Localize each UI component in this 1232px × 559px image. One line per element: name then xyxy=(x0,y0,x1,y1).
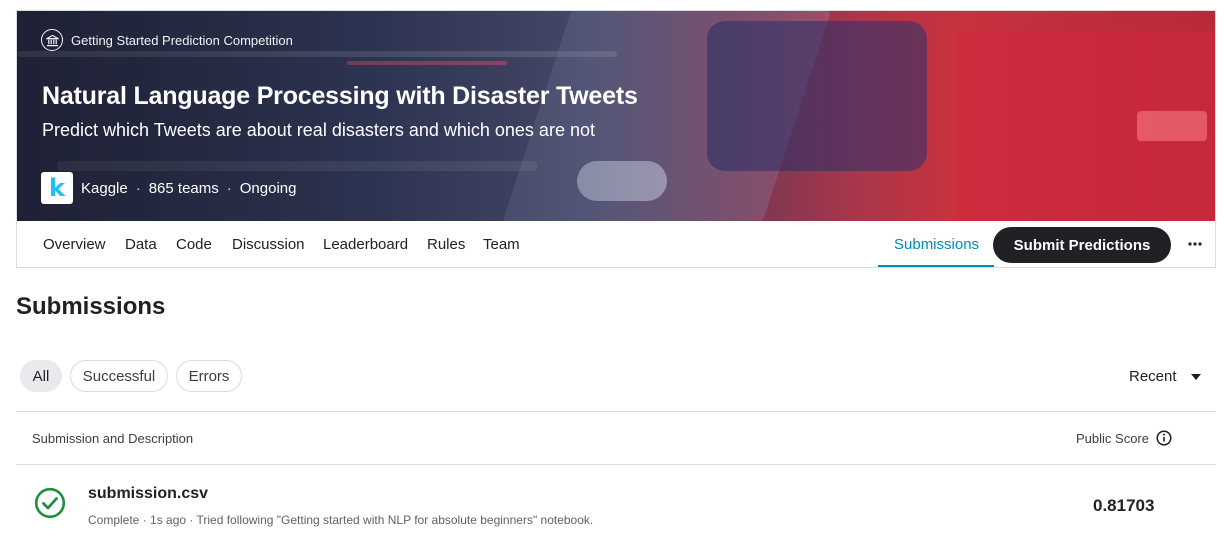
info-icon[interactable] xyxy=(1156,430,1172,446)
competition-header-card: Getting Started Prediction Competition N… xyxy=(16,10,1216,268)
tab-team[interactable]: Team xyxy=(483,221,520,267)
host-name[interactable]: Kaggle xyxy=(81,180,128,197)
more-options-button[interactable] xyxy=(1180,229,1210,259)
check-circle-icon xyxy=(34,487,66,519)
competition-status: Ongoing xyxy=(239,179,297,197)
filter-successful-chip[interactable]: Successful xyxy=(70,360,168,392)
tab-data[interactable]: Data xyxy=(125,221,157,267)
column-header-public-score: Public Score xyxy=(1076,431,1149,446)
filter-all-chip[interactable]: All xyxy=(20,360,62,392)
competition-type: Getting Started Prediction Competition xyxy=(41,29,293,51)
table-top-divider xyxy=(16,411,1216,412)
more-horizontal-icon xyxy=(1188,242,1202,246)
sort-dropdown[interactable]: Recent xyxy=(1129,368,1201,385)
tab-discussion[interactable]: Discussion xyxy=(232,221,305,267)
separator: · xyxy=(135,179,141,197)
tab-rules[interactable]: Rules xyxy=(427,221,465,267)
public-score: 0.81703 xyxy=(1093,496,1155,515)
separator: · xyxy=(226,179,232,197)
competition-tabs: Overview Data Code Discussion Leaderboar… xyxy=(17,221,1215,267)
active-tab-indicator xyxy=(878,265,994,267)
submissions-heading: Submissions xyxy=(16,293,166,320)
tab-leaderboard[interactable]: Leaderboard xyxy=(323,221,408,267)
sort-label: Recent xyxy=(1129,368,1177,385)
competition-subtitle: Predict which Tweets are about real disa… xyxy=(42,120,595,140)
kaggle-logo[interactable]: k xyxy=(41,172,73,204)
competition-type-label: Getting Started Prediction Competition xyxy=(71,32,293,48)
tab-code[interactable]: Code xyxy=(176,221,212,267)
tab-overview[interactable]: Overview xyxy=(43,221,106,267)
column-header-description: Submission and Description xyxy=(32,431,194,446)
team-count: 865 teams xyxy=(148,179,219,197)
submit-predictions-button[interactable]: Submit Predictions xyxy=(993,227,1171,263)
competition-banner-image: Getting Started Prediction Competition N… xyxy=(17,11,1215,221)
table-header-divider xyxy=(16,464,1216,465)
institution-icon xyxy=(41,29,63,51)
filter-errors-chip[interactable]: Errors xyxy=(176,360,242,392)
submission-filename[interactable]: submission.csv xyxy=(88,485,208,503)
competition-title: Natural Language Processing with Disaste… xyxy=(42,82,638,110)
submission-description: Complete · 1s ago · Tried following "Get… xyxy=(88,513,594,527)
competition-host-row: k Kaggle · 865 teams · Ongoing xyxy=(41,172,296,204)
tab-submissions[interactable]: Submissions xyxy=(894,221,979,267)
caret-down-icon xyxy=(1190,373,1201,380)
